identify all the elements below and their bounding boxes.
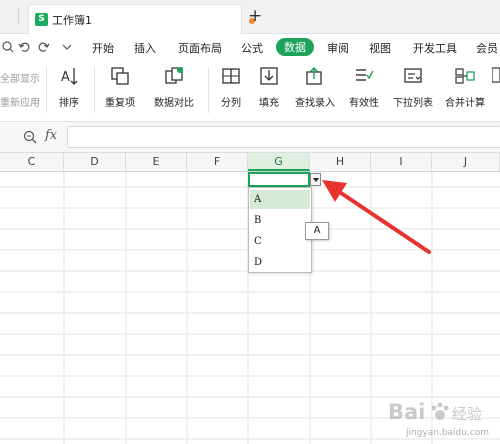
baidu-watermark: Bai 经验 jingyan.baidu.com [378, 398, 498, 442]
watermark-brand: Bai [388, 400, 426, 424]
annotation-arrow [322, 180, 431, 254]
watermark-url: jingyan.baidu.com [406, 428, 490, 438]
paw-icon [431, 402, 449, 420]
watermark-brand-suffix: 经验 [452, 405, 483, 423]
